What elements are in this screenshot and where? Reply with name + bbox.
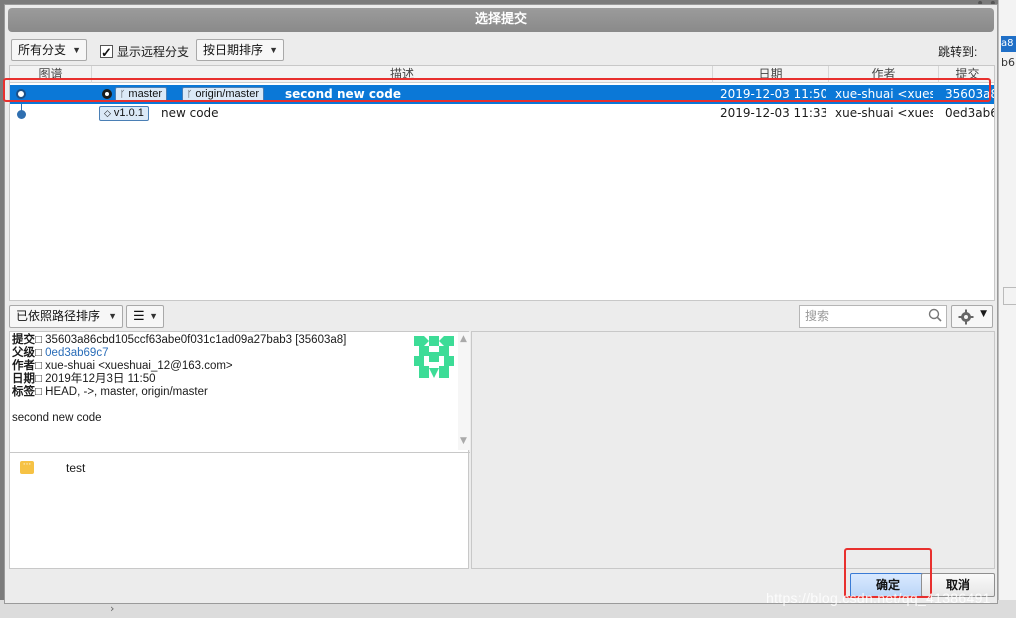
background-text: b6: [1001, 56, 1015, 69]
graph-node-icon: [17, 110, 26, 119]
parent-label: 父级: [12, 347, 35, 359]
details-scrollbar[interactable]: ▲ ▼: [458, 332, 470, 450]
parent-link[interactable]: 0ed3ab69c7: [45, 347, 108, 359]
date-line: 日期□ 2019年12月3日 11:50: [12, 373, 156, 385]
show-remote-checkbox[interactable]: 显示远程分支: [100, 41, 190, 64]
settings-dropdown[interactable]: ▼: [951, 305, 993, 328]
commit-full-message: second new code: [12, 412, 102, 424]
commit-date: 2019-12-03 11:33: [720, 106, 826, 120]
diff-view-pane: [471, 331, 995, 569]
search-icon: [928, 308, 942, 322]
tag-icon: ◇: [104, 108, 111, 118]
commit-author: xue-shuai <xuesh: [835, 106, 933, 120]
sort-mode-value: 按日期排序: [203, 43, 264, 57]
commit-value: 35603a86cbd105ccf63abe0f031c1ad09a27bab3…: [45, 334, 347, 346]
chevron-down-icon: ▼: [269, 45, 278, 55]
commit-message: new code: [161, 106, 219, 120]
chevron-down-icon: ▼: [108, 311, 117, 321]
highlight-box: [3, 78, 991, 102]
file-name: test: [66, 461, 86, 475]
labels-value: HEAD, ->, master, origin/master: [45, 386, 208, 398]
dialog-title: 选择提交: [8, 8, 994, 32]
parent-line: 父级□ 0ed3ab69c7: [12, 347, 109, 359]
file-sort-value: 已依照路径排序: [16, 309, 101, 323]
changed-files-list: ··· test: [10, 452, 470, 570]
watermark: https://blog.csdn.net/qq_41386491: [766, 590, 991, 606]
view-mode-dropdown[interactable]: ☰ ▼: [126, 305, 164, 328]
sort-mode-dropdown[interactable]: 按日期排序 ▼: [196, 39, 284, 61]
avatar: [414, 336, 454, 378]
chevron-down-icon: ▼: [980, 309, 987, 319]
author-value: xue-shuai <xueshuai_12@163.com>: [45, 360, 233, 372]
jump-to-label: 跳转到:: [938, 45, 978, 59]
author-line: 作者□ xue-shuai <xueshuai_12@163.com>: [12, 360, 233, 372]
modified-file-icon: ···: [20, 461, 34, 474]
version-tag: ◇ v1.0.1: [99, 106, 149, 121]
version-tag-label: v1.0.1: [113, 107, 144, 119]
background-chip: a8: [1001, 36, 1016, 52]
file-sort-dropdown[interactable]: 已依照路径排序 ▼: [9, 305, 123, 328]
chevron-down-icon[interactable]: ▼: [460, 436, 467, 446]
chevron-up-icon[interactable]: ▲: [460, 334, 467, 344]
chevron-down-icon: ▼: [149, 311, 158, 321]
search-input[interactable]: 搜索: [799, 305, 947, 328]
date-value: 2019年12月3日 11:50: [45, 373, 156, 385]
commit-line: 提交□ 35603a86cbd105ccf63abe0f031c1ad09a27…: [12, 334, 347, 346]
commit-details-pane: 提交□ 35603a86cbd105ccf63abe0f031c1ad09a27…: [9, 331, 470, 570]
list-icon: ☰: [133, 308, 145, 323]
checkbox-checked-icon: [100, 42, 113, 64]
commit-label: 提交: [12, 334, 35, 346]
commit-row[interactable]: ◇ v1.0.1 new code 2019-12-03 11:33 xue-sh…: [10, 104, 995, 123]
gear-icon: [958, 309, 974, 325]
branch-filter-dropdown[interactable]: 所有分支 ▼: [11, 39, 87, 61]
background-segment: [1003, 287, 1016, 305]
show-remote-label: 显示远程分支: [117, 45, 190, 59]
date-label: 日期: [12, 373, 35, 385]
background-app-panel: a8 b6: [998, 0, 1016, 618]
labels-label: 标签: [12, 386, 35, 398]
labels-line: 标签□ HEAD, ->, master, origin/master: [12, 386, 208, 398]
commit-info: 提交□ 35603a86cbd105ccf63abe0f031c1ad09a27…: [10, 332, 458, 450]
author-label: 作者: [12, 360, 35, 372]
search-placeholder: 搜索: [805, 309, 830, 323]
branch-filter-value: 所有分支: [18, 43, 67, 57]
chevron-down-icon: ▼: [72, 45, 81, 55]
commit-hash: 0ed3ab6: [945, 106, 995, 120]
